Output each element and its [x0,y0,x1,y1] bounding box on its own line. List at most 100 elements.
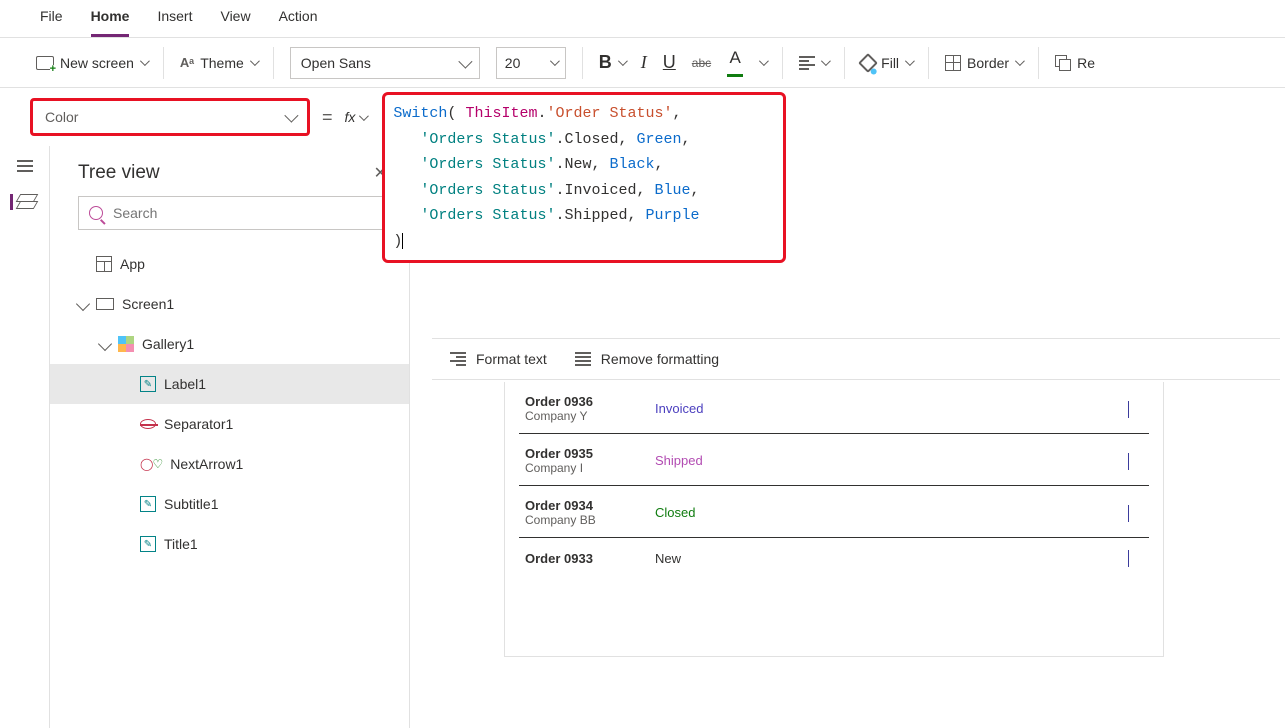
font-size-dropdown[interactable]: 20 [496,47,566,79]
hamburger-icon[interactable] [17,160,33,172]
tree-label: Gallery1 [142,336,194,352]
theme-button[interactable]: Aᵃ Theme [180,55,257,71]
chevron-right-icon [1128,453,1129,470]
tree-node-subtitle1[interactable]: Subtitle1 [68,484,409,524]
align-button[interactable] [799,56,828,70]
menu-view[interactable]: View [220,8,250,37]
order-status: New [655,551,775,566]
tree-label: Separator1 [164,416,233,432]
tree-label: App [120,256,145,272]
menu-file[interactable]: File [40,8,63,37]
fill-button[interactable]: Fill [861,55,912,71]
chevron-down-icon[interactable] [759,56,769,66]
tree-node-gallery[interactable]: Gallery1 [68,324,409,364]
left-icon-rail [0,146,50,728]
next-arrow[interactable] [1128,550,1129,566]
order-row[interactable]: Order 0936 Company Y Invoiced [519,382,1149,434]
format-text-icon [450,352,466,366]
reorder-button[interactable]: Re [1055,55,1095,71]
chevron-down-icon [284,109,298,123]
bold-button[interactable]: B [599,52,625,73]
format-text-label: Format text [476,351,547,367]
menu-home[interactable]: Home [91,8,130,37]
font-family-dropdown[interactable]: Open Sans [290,47,480,79]
chevron-down-icon [821,56,831,66]
reorder-icon [1055,55,1071,71]
order-subtitle: Company Y [525,409,655,423]
font-color-button[interactable]: A [727,48,743,77]
search-icon [89,206,103,220]
tree-label: Label1 [164,376,206,392]
property-name: Color [45,109,78,125]
expand-icon[interactable] [76,297,90,311]
separator [273,47,274,79]
orders-preview: Order 0936 Company Y Invoiced Order 0935… [504,382,1164,657]
order-row[interactable]: Order 0934 Company BB Closed [519,486,1149,538]
separator [782,47,783,79]
format-text-button[interactable]: Format text [450,351,547,367]
fx-label: fx [345,109,356,125]
bold-icon: B [599,52,612,73]
formula-format-bar: Format text Remove formatting [432,338,1280,380]
tree-node-nextarrow1[interactable]: ◯♡ NextArrow1 [68,444,409,484]
separator [163,47,164,79]
menubar: File Home Insert View Action [0,0,1285,38]
reorder-label: Re [1077,55,1095,71]
fill-icon [858,53,878,73]
new-screen-label: New screen [60,55,134,71]
next-arrow[interactable] [1128,401,1129,417]
separator [582,47,583,79]
order-title: Order 0935 [525,446,655,461]
tree-node-screen[interactable]: Screen1 [68,284,409,324]
separator [928,47,929,79]
tree-search[interactable] [78,196,391,230]
italic-icon: I [641,52,647,73]
tree-node-label1[interactable]: Label1 [50,364,409,404]
nextarrow-icon: ◯♡ [140,457,162,471]
order-title: Order 0934 [525,498,655,513]
chevron-down-icon [1015,56,1025,66]
theme-label: Theme [200,55,244,71]
remove-formatting-button[interactable]: Remove formatting [575,351,719,367]
tree-view-panel: Tree view ✕ App Screen1 Gallery1 [50,146,410,728]
menu-insert[interactable]: Insert [157,8,192,37]
order-status: Closed [655,505,775,520]
label-icon [140,376,156,392]
underline-button[interactable]: U [663,52,676,73]
chevron-down-icon [618,56,628,66]
tree-node-title1[interactable]: Title1 [68,524,409,564]
search-input[interactable] [111,204,380,222]
treeview-icon[interactable] [16,194,36,210]
tree-label: NextArrow1 [170,456,243,472]
menu-action[interactable]: Action [279,8,318,37]
chevron-down-icon [359,111,369,121]
expand-icon[interactable] [98,337,112,351]
property-dropdown[interactable]: Color [30,98,310,136]
order-row[interactable]: Order 0933 New [519,538,1149,576]
order-status: Shipped [655,453,775,468]
order-title: Order 0933 [525,551,655,566]
border-button[interactable]: Border [945,55,1022,71]
tree-label: Title1 [164,536,198,552]
chevron-down-icon [140,56,150,66]
next-arrow[interactable] [1128,505,1129,521]
tree-node-separator1[interactable]: Separator1 [68,404,409,444]
tree-node-app[interactable]: App [68,244,409,284]
remove-formatting-label: Remove formatting [601,351,719,367]
color-bar [727,74,743,77]
fill-label: Fill [881,55,899,71]
order-subtitle: Company I [525,461,655,475]
new-screen-button[interactable]: New screen [36,55,147,71]
chevron-down-icon [905,56,915,66]
border-label: Border [967,55,1009,71]
order-row[interactable]: Order 0935 Company I Shipped [519,434,1149,486]
strikethrough-button[interactable]: abc [692,56,711,70]
formula-editor[interactable]: Switch( ThisItem.'Order Status', 'Orders… [382,92,786,263]
label-icon [140,536,156,552]
next-arrow[interactable] [1128,453,1129,469]
tree-label: Subtitle1 [164,496,218,512]
theme-icon: Aᵃ [180,55,194,70]
separator-icon [140,419,156,429]
fx-button[interactable]: fx [345,88,379,146]
italic-button[interactable]: I [641,52,647,73]
